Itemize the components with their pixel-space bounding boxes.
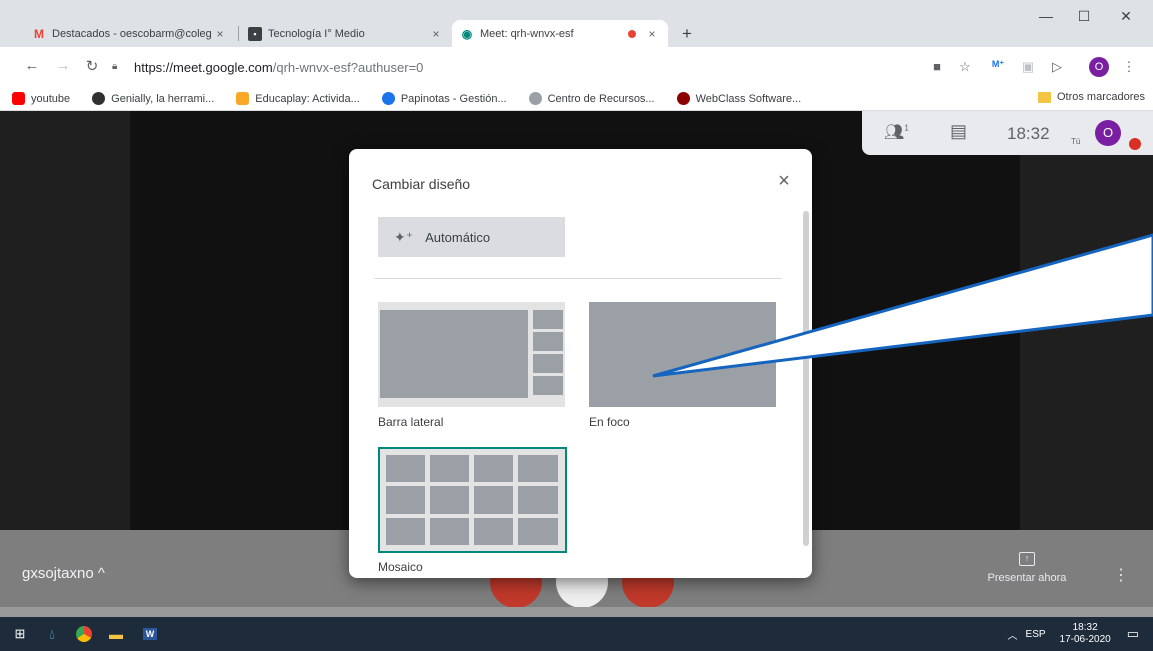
url-path: /qrh-wnvx-esf?authuser=0 [272, 59, 424, 75]
tab-close-icon[interactable]: × [212, 27, 228, 41]
bookmark-label: Centro de Recursos... [547, 92, 655, 105]
bookmark-label: youtube [31, 92, 71, 105]
tab-title: Meet: qrh-wnvx-esf [480, 27, 574, 40]
layout-sidebar-option[interactable] [378, 302, 565, 407]
profile-avatar[interactable]: O [1089, 57, 1109, 77]
forward-icon[interactable]: → [53, 57, 73, 74]
language-indicator[interactable]: ESP [1026, 629, 1046, 640]
tab-meet[interactable]: ◉ Meet: qrh-wnvx-esf × [452, 20, 668, 47]
gmail-icon: M [34, 26, 44, 41]
droplet-app-icon[interactable]: 💧︎ [42, 624, 62, 644]
tiled-layout-icon [386, 455, 558, 545]
tab-separator [238, 26, 239, 41]
bookmark-centro-recursos[interactable]: Centro de Recursos... [528, 92, 655, 105]
callout-pointer [652, 233, 1153, 378]
clock-date: 17-06-2020 [1059, 634, 1111, 645]
bookmarks-bar: youtube Genially, la herrami... Educapla… [0, 87, 1153, 111]
tab-title: Tecnología I° Medio [268, 27, 365, 40]
clock-time: 18:32 [1072, 622, 1098, 633]
present-label: Presentar ahora [987, 572, 1067, 584]
tab-gmail[interactable]: M Destacados - oescobarm@colegi × [24, 20, 236, 47]
layout-spotlight-label: En foco [589, 415, 630, 429]
educaplay-icon [236, 92, 250, 105]
sidebar-layout-icon [378, 302, 565, 407]
dialog-title: Cambiar diseño [372, 176, 471, 192]
layout-tiled-option[interactable] [378, 447, 567, 553]
file-explorer-icon[interactable]: ▬ [106, 624, 126, 644]
more-options-icon[interactable]: ⋮ [1113, 565, 1129, 585]
extension-icon[interactable]: M⁺ [989, 59, 1007, 70]
close-window-icon[interactable]: ✕ [1113, 8, 1139, 25]
layout-sidebar-label: Barra lateral [378, 415, 444, 429]
lock-icon: 🔒︎ [112, 61, 118, 72]
bookmark-genially[interactable]: Genially, la herrami... [92, 92, 214, 105]
self-avatar[interactable]: O [1095, 120, 1121, 146]
folder-icon [1037, 91, 1051, 103]
chrome-icon[interactable] [74, 624, 94, 644]
meet-clock: 18:32 [1007, 124, 1050, 143]
windows-taskbar: ⊞ 💧︎ ▬ W ︿ ESP 18:32 17-06-2020 ▭ [0, 617, 1153, 651]
globe-icon [528, 92, 542, 105]
layout-tiled-label: Mosaico [378, 560, 423, 574]
chrome-logo [76, 626, 92, 642]
tab-close-icon[interactable]: × [428, 27, 444, 41]
back-icon[interactable]: ← [22, 57, 42, 74]
system-tray: ︿ ESP 18:32 17-06-2020 ▭ [1008, 617, 1153, 651]
webclass-icon [676, 92, 690, 105]
youtube-icon [12, 92, 25, 105]
you-label: Tú [1071, 137, 1081, 146]
bookmark-papinotas[interactable]: Papinotas - Gestión... [381, 92, 507, 105]
new-tab-button[interactable]: + [677, 24, 697, 44]
layout-auto-option[interactable]: ✦⁺ Automático [378, 217, 565, 257]
menu-icon[interactable]: ⋮ [1120, 59, 1138, 75]
address-bar[interactable]: 🔒︎ https://meet.google.com/qrh-wnvx-esf?… [112, 53, 912, 81]
recording-icon [628, 29, 636, 38]
star-icon[interactable]: ☆ [956, 59, 974, 75]
other-bookmarks-label: Otros marcadores [1056, 91, 1145, 103]
bookmark-webclass[interactable]: WebClass Software... [676, 92, 802, 105]
dialog-close-button[interactable]: × [772, 170, 796, 193]
url-host: https://meet.google.com [134, 59, 273, 75]
extension-icon[interactable]: ▣ [1019, 59, 1037, 75]
minimize-icon[interactable]: — [1033, 8, 1059, 24]
word-icon[interactable]: W [140, 624, 160, 644]
present-icon: ↑ [1019, 552, 1035, 566]
papinotas-icon [381, 92, 395, 105]
bookmark-label: Papinotas - Gestión... [400, 92, 507, 105]
classroom-icon: ▪ [248, 26, 262, 41]
bookmark-label: Educaplay: Activida... [255, 92, 360, 105]
browser-toolbar: ← → ↻ 🔒︎ https://meet.google.com/qrh-wnv… [0, 47, 1153, 87]
browser-tabstrip: M Destacados - oescobarm@colegi × ▪ Tecn… [0, 0, 1153, 47]
status-strip [0, 607, 1153, 617]
chat-icon[interactable]: ▤ [950, 121, 967, 142]
bookmark-educaplay[interactable]: Educaplay: Activida... [236, 92, 360, 105]
camera-icon[interactable]: ■ [928, 59, 946, 74]
maximize-icon[interactable]: ☐ [1071, 8, 1097, 25]
sparkle-icon: ✦⁺ [394, 228, 414, 245]
reload-icon[interactable]: ↻ [82, 57, 102, 75]
bookmark-label: Genially, la herrami... [111, 92, 215, 105]
taskbar-clock[interactable]: 18:32 17-06-2020 [1060, 622, 1111, 646]
meet-top-bar: 👥︎1 ▤ 18:32 Tú O [862, 111, 1153, 155]
tab-title: Destacados - oescobarm@colegi [52, 27, 212, 40]
bookmark-label: WebClass Software... [695, 92, 802, 105]
word-logo: W [142, 628, 158, 640]
tab-classroom[interactable]: ▪ Tecnología I° Medio × [240, 20, 452, 47]
participants-count: 1 [904, 123, 909, 133]
participants-icon[interactable]: 👥︎1 [884, 122, 909, 142]
genially-icon [92, 92, 106, 105]
mic-muted-icon [1129, 138, 1141, 150]
meeting-details-toggle[interactable]: gxsojtaxno ^ [22, 565, 105, 582]
auto-label: Automático [425, 229, 491, 245]
tab-close-icon[interactable]: × [644, 27, 660, 41]
windows-start-icon[interactable]: ⊞ [10, 624, 30, 644]
present-now-button[interactable]: ↑ Presentar ahora [982, 552, 1072, 584]
tray-expand-icon[interactable]: ︿ [1008, 627, 1018, 642]
close-icon: × [778, 170, 790, 192]
meet-icon: ◉ [461, 26, 473, 41]
other-bookmarks[interactable]: Otros marcadores [1037, 91, 1145, 103]
bookmark-youtube[interactable]: youtube [12, 92, 70, 105]
notifications-icon[interactable]: ▭ [1127, 626, 1139, 642]
cursor-extension-icon[interactable]: ▷ [1048, 59, 1066, 75]
